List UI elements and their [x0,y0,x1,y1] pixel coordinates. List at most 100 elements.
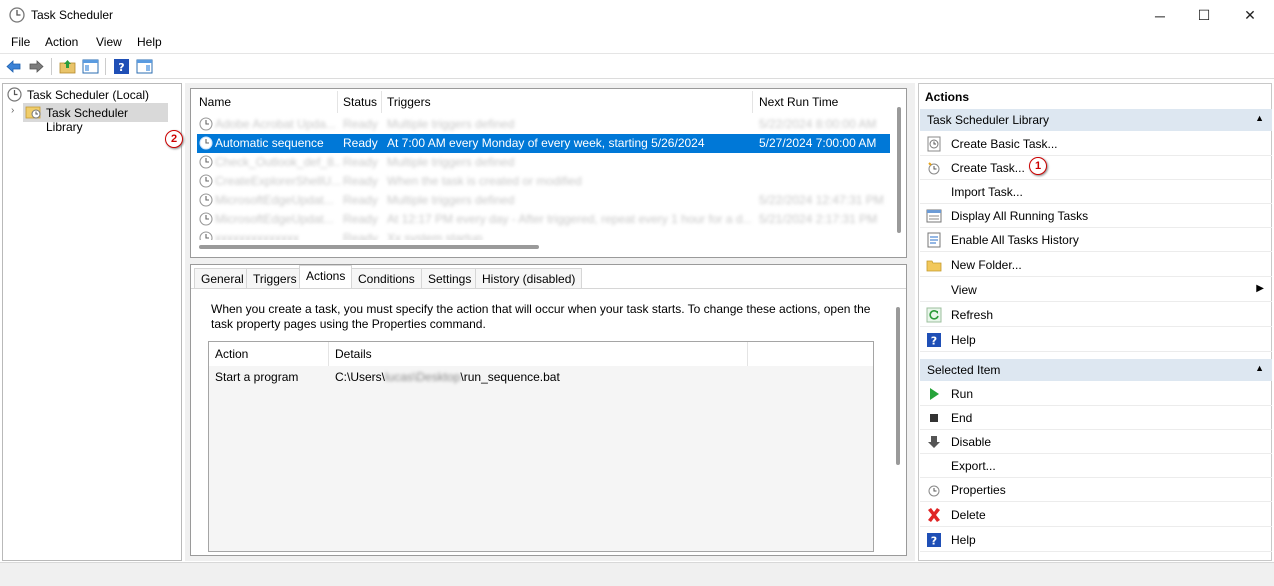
menu-bar: File Action View Help [0,31,1274,53]
refresh-icon [926,307,942,323]
tree-root-label[interactable]: Task Scheduler (Local) [27,88,149,102]
column-header-action[interactable]: Action [215,347,248,361]
action-delete[interactable]: Delete [920,503,1272,527]
callout-badge-1: 1 [1029,157,1047,175]
collapse-up-icon[interactable]: ▲ [1255,113,1264,123]
action-details-redacted: lucas\Desktop [385,370,461,384]
back-arrow-icon[interactable] [5,58,22,75]
details-vertical-scrollbar[interactable] [896,307,900,465]
column-header-triggers[interactable]: Triggers [387,95,431,109]
tab-general[interactable]: General [194,268,251,288]
menu-help[interactable]: Help [137,35,162,49]
action-create-task[interactable]: Create Task... [920,156,1272,180]
task-triggers: When the task is created or modified [387,174,582,188]
actions-description: When you create a task, you must specify… [211,302,871,331]
action-label: End [951,411,973,425]
help-icon[interactable]: ? [113,58,130,75]
menu-action[interactable]: Action [45,35,78,49]
help-icon: ? [927,533,941,548]
tab-actions[interactable]: Actions [299,265,353,288]
task-clock-icon [199,231,213,240]
action-label: Create Task... [951,161,1025,175]
collapse-up-icon[interactable]: ▲ [1255,363,1264,373]
title-bar: Task Scheduler ─ ☐ ✕ [0,0,1274,31]
action-label: Properties [951,483,1006,497]
maximize-button[interactable]: ☐ [1181,0,1227,31]
tab-triggers[interactable]: Triggers [246,268,304,288]
menu-view[interactable]: View [96,35,122,49]
vertical-scrollbar[interactable] [897,107,901,233]
task-name: Adobe Acrobat Upda... [215,117,336,131]
create-basic-task-icon [927,136,941,152]
column-header-next-run-time[interactable]: Next Run Time [759,95,838,109]
action-import-task[interactable]: Import Task... [920,180,1272,204]
section-header-task-scheduler-library[interactable]: Task Scheduler Library ▲ [920,109,1272,131]
action-help[interactable]: ? Help [920,328,1272,352]
window-title: Task Scheduler [31,8,114,22]
table-row[interactable]: Adobe Acrobat Upda... Ready Multiple trigg… [197,115,890,134]
table-row[interactable]: Start a program C:\Users\lucas\Desktop\r… [209,366,873,388]
section-header-selected-item[interactable]: Selected Item ▲ [920,359,1272,381]
action-enable-all-tasks-history[interactable]: Enable All Tasks History [920,228,1272,252]
table-row[interactable]: MicrosoftEdgeUpdat... Ready Multiple trigg… [197,191,890,210]
action-export[interactable]: Export... [920,454,1272,478]
show-hide-action-pane-icon[interactable] [136,58,153,75]
menu-file[interactable]: File [11,35,30,49]
delete-icon [928,508,940,522]
action-view[interactable]: View ▶ [920,278,1272,302]
task-triggers: At 7:00 AM every Monday of every week, s… [387,136,705,150]
show-hide-console-tree-icon[interactable] [82,58,99,75]
tab-settings[interactable]: Settings [421,268,479,288]
table-row[interactable]: CreateExplorerShellU... Ready When the tas… [197,172,890,191]
table-row[interactable]: Automatic sequence Ready At 7:00 AM every … [197,134,890,153]
column-header-details[interactable]: Details [335,347,372,361]
action-refresh[interactable]: Refresh [920,303,1272,327]
tree-item-label: Task Scheduler Library [46,106,129,134]
close-button[interactable]: ✕ [1227,0,1273,31]
action-display-all-running-tasks[interactable]: Display All Running Tasks [920,204,1272,228]
horizontal-scrollbar[interactable] [199,245,539,249]
action-label: View [951,283,977,297]
task-triggers: Multiple triggers defined [387,155,515,169]
action-create-basic-task[interactable]: Create Basic Task... [920,132,1272,156]
library-folder-icon [25,106,41,119]
status-bar [0,562,1274,586]
task-triggers: Multiple triggers defined [387,117,515,131]
task-next-run-time: 5/22/2024 8:00:00 AM [759,117,877,131]
action-new-folder[interactable]: New Folder... [920,253,1272,277]
table-row[interactable]: xxxxxxxxxxxxxx Ready Xx system startup [197,229,890,240]
task-clock-icon [199,155,213,169]
action-details-prefix: C:\Users\ [335,370,386,384]
action-help[interactable]: ? Help [920,528,1272,552]
expand-chevron-icon[interactable]: › [11,105,14,116]
table-row[interactable]: Check_Outlook_def_8... Ready Multiple trig… [197,153,890,172]
tree-item-task-scheduler-library[interactable]: Task Scheduler Library [23,103,168,134]
end-icon [930,414,938,422]
table-row[interactable]: MicrosoftEdgeUpdat... Ready At 12:17 PM ev… [197,210,890,229]
actions-pane: Actions Task Scheduler Library ▲ Create … [918,83,1272,561]
task-status: Ready [343,193,378,207]
task-name: xxxxxxxxxxxxxx [215,231,299,240]
action-properties[interactable]: Properties [920,478,1272,502]
up-folder-icon[interactable] [59,58,76,75]
create-task-icon [928,162,940,175]
actions-table: Action Details Start a program C:\Users\… [208,341,874,552]
task-triggers: Xx system startup [387,231,483,240]
column-header-name[interactable]: Name [199,95,231,109]
task-next-run-time: 5/27/2024 7:00:00 AM [759,136,877,150]
tab-conditions[interactable]: Conditions [351,268,422,288]
action-end[interactable]: End [920,406,1272,430]
column-separator [747,342,748,366]
tab-history[interactable]: History (disabled) [475,268,583,288]
task-name: Automatic sequence [215,136,324,150]
task-name: MicrosoftEdgeUpdat... [215,193,334,207]
actions-table-header [209,342,873,366]
column-header-status[interactable]: Status [343,95,377,109]
minimize-button[interactable]: ─ [1137,0,1183,31]
action-run[interactable]: Run [920,382,1272,406]
forward-arrow-icon[interactable] [28,58,45,75]
folder-icon [926,260,942,272]
action-label: Enable All Tasks History [951,233,1079,247]
action-label: Delete [951,508,986,522]
action-disable[interactable]: Disable [920,430,1272,454]
